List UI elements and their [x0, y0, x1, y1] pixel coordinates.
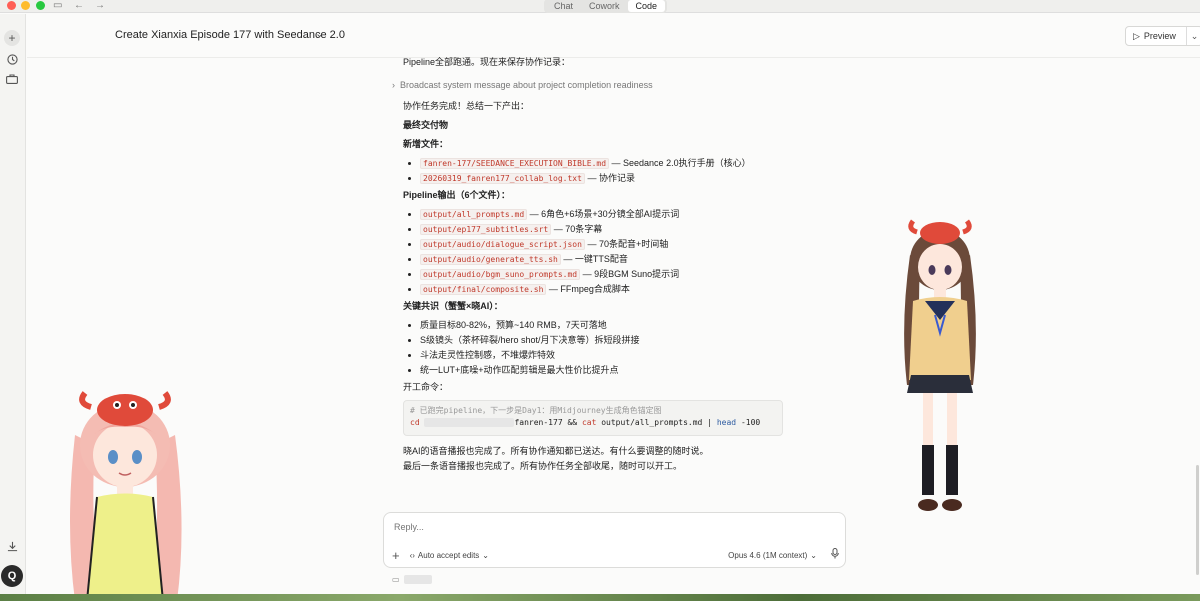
- intro-text: Pipeline全部跑通。现在来保存协作记录：: [403, 57, 571, 67]
- reply-composer: + ‹› Auto accept edits ⌄ Opus 4.6 (1M co…: [383, 512, 846, 568]
- chevron-down-icon: ⌄: [482, 550, 489, 560]
- reply-input[interactable]: [394, 522, 794, 532]
- anime-girl-left-image: [70, 391, 182, 601]
- pipeline-heading: Pipeline输出（6个文件）：: [403, 190, 511, 200]
- code-token: -100: [740, 418, 761, 427]
- scrollbar[interactable]: [1196, 465, 1199, 575]
- maximize-window-button[interactable]: [36, 1, 45, 10]
- forward-arrow-icon[interactable]: →: [95, 0, 105, 11]
- code-brackets-icon: ‹›: [409, 550, 415, 560]
- chevron-down-icon: ⌄: [810, 550, 817, 560]
- preview-button[interactable]: ▷ Preview ⌄: [1125, 26, 1200, 46]
- list-item: output/audio/bgm_suno_prompts.md — 9段BGM…: [403, 267, 803, 282]
- new-files-list: fanren-177/SEEDANCE_EXECUTION_BIBLE.md —…: [403, 156, 803, 186]
- list-item: 质量目标80-82%，预算~140 RMB，7天可落地: [403, 318, 803, 333]
- code-token: cat: [581, 418, 597, 427]
- composer-toolbar: + ‹› Auto accept edits ⌄ Opus 4.6 (1M co…: [392, 547, 839, 563]
- file-path: output/audio/dialogue_script.json: [420, 239, 585, 250]
- file-desc: — 70条配音+时间轴: [584, 239, 669, 249]
- preview-dropdown-chevron-icon[interactable]: ⌄: [1186, 27, 1200, 45]
- microphone-icon[interactable]: [831, 548, 839, 562]
- file-path: output/audio/bgm_suno_prompts.md: [420, 269, 581, 280]
- close-window-button[interactable]: [7, 1, 16, 10]
- code-command: cd fanren-177 && cat output/all_prompts.…: [410, 417, 776, 429]
- list-item: output/final/composite.sh — FFmpeg合成脚本: [403, 282, 803, 297]
- history-clock-icon[interactable]: [4, 51, 20, 67]
- desktop-background: [0, 594, 1200, 601]
- play-triangle-icon: ▷: [1133, 30, 1140, 41]
- code-token: output/all_prompts.md: [601, 418, 703, 427]
- file-desc: — Seedance 2.0执行手册（核心）: [609, 158, 751, 168]
- window-titlebar: ▭ ← → Chat Cowork Code: [0, 0, 1200, 13]
- file-path: output/audio/generate_tts.sh: [420, 254, 561, 265]
- auto-accept-dropdown[interactable]: ‹› Auto accept edits ⌄: [410, 551, 489, 560]
- model-selector[interactable]: Opus 4.6 (1M context) ⌄: [728, 551, 817, 560]
- left-rail: + Q: [0, 14, 26, 601]
- list-item: S级镜头（茶杯碎裂/hero shot/月下决意等）拆短段拼接: [403, 333, 803, 348]
- mode-tab-code[interactable]: Code: [627, 0, 666, 12]
- conversation-title[interactable]: Create Xianxia Episode 177 with Seedance…: [115, 29, 345, 41]
- file-path: output/all_prompts.md: [420, 209, 528, 220]
- code-comment: # 已跑完pipeline，下一步是Day1：用Midjourney生成角色锚定…: [410, 406, 662, 415]
- back-arrow-icon[interactable]: ←: [74, 0, 84, 11]
- list-item: output/all_prompts.md — 6角色+6场景+30分镜全部AI…: [403, 207, 803, 222]
- code-block[interactable]: # 已跑完pipeline，下一步是Day1：用Midjourney生成角色锚定…: [403, 400, 783, 436]
- list-item: output/audio/dialogue_script.json — 70条配…: [403, 237, 803, 252]
- anime-girl-right-image: [904, 219, 976, 511]
- closing-text-2: 最后一条语音播报也完成了。所有协作任务全部收尾，随时可以开工。: [403, 461, 683, 471]
- summary-text: 协作任务完成！总结一下产出：: [403, 101, 530, 111]
- list-item: 斗法走灵性控制感，不堆爆炸特效: [403, 348, 803, 363]
- file-path: 20260319_fanren177_collab_log.txt: [420, 173, 585, 184]
- list-item: output/ep177_subtitles.srt — 70条字幕: [403, 222, 803, 237]
- consensus-heading: 关键共识（蟹蟹×晓AI）：: [403, 301, 503, 311]
- monitor-icon: ▭: [392, 575, 400, 584]
- user-avatar[interactable]: Q: [1, 565, 23, 587]
- mode-switcher: Chat Cowork Code: [544, 0, 668, 13]
- file-desc: — 9段BGM Suno提示词: [580, 269, 680, 279]
- mode-tab-cowork[interactable]: Cowork: [581, 0, 628, 12]
- code-token: fanren-177: [514, 418, 563, 427]
- list-item: 统一LUT+底噪+动作匹配剪辑是最大性价比提升点: [403, 363, 803, 378]
- consensus-list: 质量目标80-82%，预算~140 RMB，7天可落地 S级镜头（茶杯碎裂/he…: [403, 318, 803, 378]
- preview-label: Preview: [1143, 31, 1176, 41]
- start-heading: 开工命令：: [403, 382, 449, 392]
- code-token: &&: [567, 418, 578, 427]
- list-item: fanren-177/SEEDANCE_EXECUTION_BIBLE.md —…: [403, 156, 803, 171]
- code-token: cd: [410, 418, 420, 427]
- redacted-text: [403, 575, 432, 584]
- closing-text-1: 晓AI的语音播报也完成了。所有协作通知都已送达。有什么要调整的随时说。: [403, 446, 709, 456]
- auto-accept-label: Auto accept edits: [417, 550, 480, 560]
- projects-briefcase-icon[interactable]: [4, 71, 20, 87]
- download-icon[interactable]: [4, 538, 20, 554]
- redacted-path: [424, 418, 515, 427]
- file-desc: — 一键TTS配音: [560, 254, 628, 264]
- deliverables-heading: 最终交付物: [403, 120, 449, 130]
- chevron-right-icon: ›: [392, 80, 395, 90]
- mode-tab-chat[interactable]: Chat: [546, 0, 581, 12]
- file-desc: — FFmpeg合成脚本: [546, 284, 630, 294]
- tool-call-label: Broadcast system message about project c…: [400, 80, 653, 90]
- assistant-message: Pipeline全部跑通。现在来保存协作记录： › Broadcast syst…: [392, 55, 803, 474]
- model-label: Opus 4.6 (1M context): [728, 550, 808, 560]
- chevron-down-icon[interactable]: ⌄: [315, 27, 324, 40]
- code-token: head: [716, 418, 737, 427]
- file-desc: — 6角色+6场景+30分镜全部AI提示词: [527, 209, 680, 219]
- file-path: fanren-177/SEEDANCE_EXECUTION_BIBLE.md: [420, 158, 610, 169]
- status-row: ▭: [392, 575, 432, 584]
- list-item: 20260319_fanren177_collab_log.txt — 协作记录: [403, 171, 803, 186]
- conversation-header: Create Xianxia Episode 177 with Seedance…: [27, 14, 1200, 58]
- minimize-window-button[interactable]: [21, 1, 30, 10]
- pipeline-files-list: output/all_prompts.md — 6角色+6场景+30分镜全部AI…: [403, 207, 803, 297]
- file-path: output/ep177_subtitles.srt: [420, 224, 552, 235]
- new-files-heading: 新增文件：: [403, 139, 449, 149]
- file-path: output/final/composite.sh: [420, 284, 547, 295]
- attach-plus-icon[interactable]: +: [392, 548, 400, 563]
- new-chat-plus-icon[interactable]: +: [4, 30, 20, 46]
- code-token: |: [707, 418, 713, 427]
- file-desc: — 协作记录: [584, 173, 635, 183]
- file-desc: — 70条字幕: [551, 224, 603, 234]
- tool-call-row[interactable]: › Broadcast system message about project…: [392, 78, 803, 93]
- sidebar-toggle-icon[interactable]: ▭: [53, 0, 62, 11]
- list-item: output/audio/generate_tts.sh — 一键TTS配音: [403, 252, 803, 267]
